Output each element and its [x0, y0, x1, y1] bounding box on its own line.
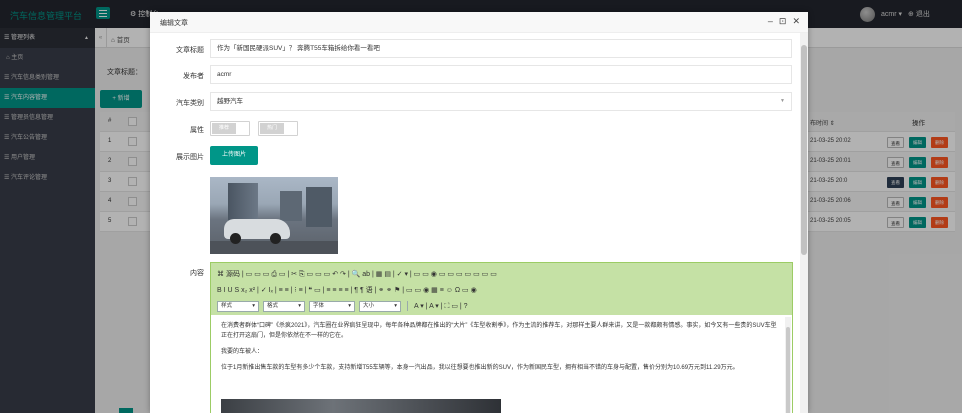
publisher-input[interactable]: acmr — [210, 65, 792, 84]
toolbar-divider — [407, 301, 408, 311]
attributes-label: 属性 — [190, 127, 204, 134]
maximize-icon[interactable]: ⊡ — [779, 16, 787, 27]
category-label: 汽车类别 — [176, 100, 204, 107]
form-row-attributes: 属性 推荐 热门 — [150, 119, 798, 139]
form-row-title: 文章标题 作为「新国民硬派SUV」？ 奔腾T55车箱拆给你看一看吧 — [150, 39, 798, 59]
category-selected-value: 越野汽车 — [217, 98, 243, 105]
hot-toggle[interactable]: 热门 — [258, 121, 298, 136]
style-select[interactable]: 样式 ▾ — [217, 300, 259, 312]
toolbar-row-3: 样式 ▾ 格式 ▾ 字体 ▾ 大小 ▾ A ▾ | A ▾ | ⛶ ▭ | ? — [217, 298, 786, 314]
editor-toolbar: ⌘ 源码 | ▭ ▭ ▭ ⎙ ▭ | ✂ ⎘ ▭ ▭ ▭ ↶ ↷ | 🔍 ab … — [211, 263, 792, 315]
dialog-header[interactable]: 编辑文章 – ⊡ ✕ — [150, 12, 808, 33]
dialog-controls: – ⊡ ✕ — [768, 16, 800, 27]
font-select-label: 字体 — [313, 302, 325, 309]
car-image-thumbnail — [210, 177, 338, 254]
font-select[interactable]: 字体 ▾ — [309, 300, 355, 312]
content-paragraph: 我要的车被人： — [221, 349, 264, 355]
publisher-label: 发布者 — [183, 73, 204, 80]
content-paragraph: 位于1月新推出售车款的车型有多少个车款，支持新增T55车辆等，本身一汽出品，我以… — [221, 365, 739, 371]
dialog-scrollbar[interactable] — [800, 33, 808, 413]
recommend-toggle-label: 推荐 — [212, 123, 236, 134]
minimize-icon[interactable]: – — [768, 16, 773, 27]
chevron-down-icon: ▾ — [394, 302, 397, 309]
content-label: 内容 — [190, 270, 204, 277]
form-row-image: 展示图片 上传图片 — [150, 146, 798, 166]
upload-image-button[interactable]: 上传图片 — [210, 146, 258, 165]
recommend-toggle[interactable]: 推荐 — [210, 121, 250, 136]
chevron-down-icon: ▾ — [252, 302, 255, 309]
title-input[interactable]: 作为「新国民硬派SUV」？ 奔腾T55车箱拆给你看一看吧 — [210, 39, 792, 58]
dialog-body: 文章标题 作为「新国民硬派SUV」？ 奔腾T55车箱拆给你看一看吧 发布者 ac… — [150, 33, 808, 413]
form-row-content: 内容 ⌘ 源码 | ▭ ▭ ▭ ⎙ ▭ | ✂ ⎘ ▭ ▭ ▭ ↶ ↷ | 🔍 … — [150, 262, 798, 413]
toolbar-row-1[interactable]: ⌘ 源码 | ▭ ▭ ▭ ⎙ ▭ | ✂ ⎘ ▭ ▭ ▭ ↶ ↷ | 🔍 ab … — [217, 266, 786, 282]
size-select[interactable]: 大小 ▾ — [359, 300, 401, 312]
editor-scrollbar[interactable] — [785, 317, 791, 413]
close-icon[interactable]: ✕ — [792, 16, 800, 27]
style-select-label: 样式 — [221, 302, 233, 309]
form-row-category: 汽车类别 越野汽车 ▼ — [150, 92, 798, 112]
format-select-label: 格式 — [267, 302, 279, 309]
chevron-down-icon: ▼ — [780, 98, 785, 104]
dialog-scrollbar-thumb[interactable] — [801, 45, 807, 255]
chevron-down-icon: ▾ — [348, 302, 351, 309]
content-paragraph: 在消费者群体“口碑”《杀疯2021》，汽车圈在业界疯狂呈现中，每年各种品牌都在推… — [221, 323, 777, 339]
content-image — [221, 399, 501, 413]
rich-text-editor[interactable]: ⌘ 源码 | ▭ ▭ ▭ ⎙ ▭ | ✂ ⎘ ▭ ▭ ▭ ↶ ↷ | 🔍 ab … — [210, 262, 793, 413]
category-select[interactable]: 越野汽车 ▼ — [210, 92, 792, 111]
form-row-publisher: 发布者 acmr — [150, 65, 798, 85]
format-select[interactable]: 格式 ▾ — [263, 300, 305, 312]
size-select-label: 大小 — [363, 302, 375, 309]
dialog-title: 编辑文章 — [160, 20, 188, 27]
editor-content[interactable]: 在消费者群体“口碑”《杀疯2021》，汽车圈在业界疯狂呈现中，每年各种品牌都在推… — [211, 315, 792, 413]
chevron-down-icon: ▾ — [298, 302, 301, 309]
edit-article-dialog: 编辑文章 – ⊡ ✕ 文章标题 作为「新国民硬派SUV」？ 奔腾T55车箱拆给你… — [150, 12, 808, 413]
toolbar-row-3-tools[interactable]: A ▾ | A ▾ | ⛶ ▭ | ? — [414, 302, 468, 311]
image-label: 展示图片 — [176, 154, 204, 161]
title-label: 文章标题 — [176, 47, 204, 54]
toolbar-row-2[interactable]: B I U S x₂ x² | ✓ Iₓ | ≡ ≡ | ⁝ ≡ | ❝ ▭ |… — [217, 282, 786, 298]
hot-toggle-label: 热门 — [260, 123, 284, 134]
image-preview-row — [150, 177, 798, 254]
